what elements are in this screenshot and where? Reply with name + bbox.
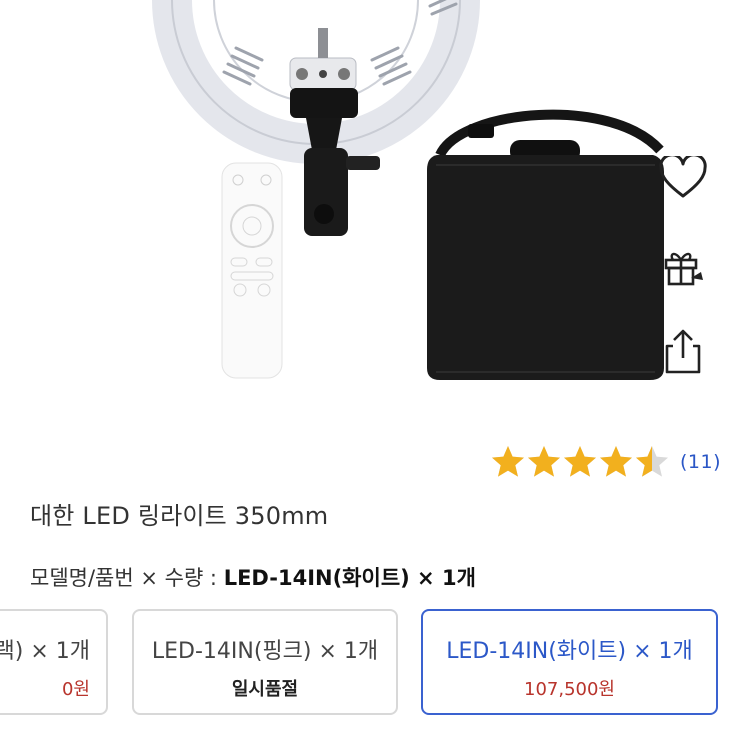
product-title: 대한 LED 링라이트 350mm: [30, 502, 329, 530]
ring-light-photo: [152, 0, 664, 380]
star-icon: [563, 446, 596, 477]
heart-icon: [659, 156, 707, 198]
star-icon: [491, 446, 524, 477]
star-icon: [635, 446, 668, 477]
share-icon: [665, 329, 701, 374]
option-cards[interactable]: 랙) × 1개 0원 LED-14IN(핑크) × 1개 일시품절 LED-14…: [0, 606, 749, 718]
option-summary-value: LED-14IN(화이트) × 1개: [223, 566, 476, 590]
option-card-1[interactable]: LED-14IN(핑크) × 1개 일시품절: [132, 609, 398, 715]
wishlist-button[interactable]: [657, 152, 709, 204]
option-card-2[interactable]: LED-14IN(화이트) × 1개 107,500원: [421, 609, 718, 715]
option-card-0[interactable]: 랙) × 1개 0원: [0, 609, 108, 715]
option-price: 0원: [61, 679, 90, 700]
option-label: LED-14IN(핑크) × 1개: [151, 639, 379, 664]
rating-row[interactable]: (11): [490, 443, 721, 481]
option-label: LED-14IN(화이트) × 1개: [446, 639, 693, 664]
star-icon: [599, 446, 632, 477]
option-label: 랙) × 1개: [0, 639, 90, 664]
option-summary: 모델명/품번 × 수량 : LED-14IN(화이트) × 1개: [30, 562, 476, 592]
option-price: 107,500원: [524, 679, 615, 700]
product-image: [0, 0, 749, 400]
option-summary-label: 모델명/품번 × 수량 :: [30, 566, 218, 590]
gift-button[interactable]: [657, 240, 709, 292]
review-count[interactable]: (11): [680, 451, 721, 473]
share-button[interactable]: [657, 326, 709, 378]
star-icon: [527, 446, 560, 477]
option-status: 일시품절: [231, 679, 299, 700]
rating-stars: [490, 444, 670, 480]
gift-icon: [664, 252, 703, 286]
